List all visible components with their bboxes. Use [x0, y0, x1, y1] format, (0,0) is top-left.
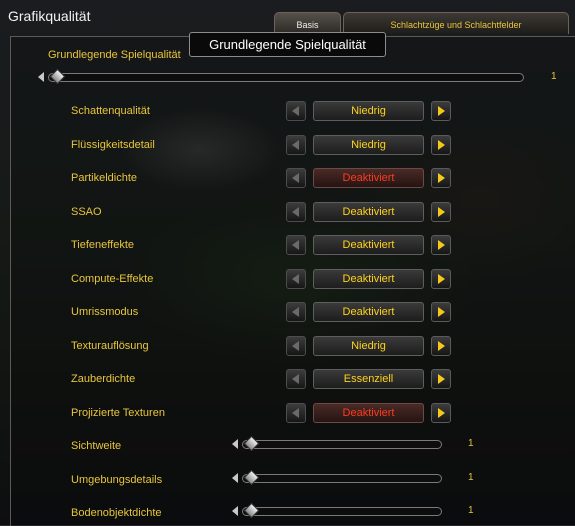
setting-value[interactable]: Niedrig [313, 336, 424, 356]
setting-label: Tiefeneffekte [71, 239, 134, 251]
setting-next-button[interactable] [431, 336, 451, 356]
setting-value[interactable]: Deaktiviert [313, 403, 424, 423]
setting-label: Flüssigkeitsdetail [71, 139, 155, 151]
setting-next-button[interactable] [431, 369, 451, 389]
slider-track[interactable] [242, 474, 442, 483]
setting-prev-button[interactable] [286, 302, 306, 322]
setting-slider[interactable] [232, 469, 442, 486]
setting-value[interactable]: Niedrig [313, 101, 424, 121]
slider-track[interactable] [242, 507, 442, 516]
setting-prev-button[interactable] [286, 101, 306, 121]
setting-value[interactable]: Deaktiviert [313, 202, 424, 222]
setting-next-button[interactable] [431, 135, 451, 155]
slider-value: 1 [468, 438, 474, 449]
slider-value: 1 [468, 505, 474, 516]
setting-value[interactable]: Deaktiviert [313, 269, 424, 289]
setting-prev-button[interactable] [286, 135, 306, 155]
slider-left-arrow-icon[interactable] [232, 506, 238, 516]
setting-value[interactable]: Niedrig [313, 135, 424, 155]
quality-slider-value: 1 [551, 71, 557, 82]
tab-raids-battlegrounds[interactable]: Schlachtzüge und Schlachtfelder [343, 12, 569, 34]
setting-prev-button[interactable] [286, 235, 306, 255]
setting-prev-button[interactable] [286, 202, 306, 222]
setting-value[interactable]: Deaktiviert [313, 235, 424, 255]
setting-next-button[interactable] [431, 101, 451, 121]
setting-value[interactable]: Essenziell [313, 369, 424, 389]
setting-prev-button[interactable] [286, 336, 306, 356]
setting-next-button[interactable] [431, 202, 451, 222]
setting-label: Texturauflösung [71, 340, 149, 352]
setting-prev-button[interactable] [286, 369, 306, 389]
slider-label: Sichtweite [71, 440, 122, 452]
slider-label: Umgebungsdetails [71, 474, 163, 486]
window-title: Grafikqualität [8, 8, 91, 24]
quality-slider[interactable] [38, 68, 524, 85]
setting-prev-button[interactable] [286, 269, 306, 289]
slider-left-arrow-icon[interactable] [232, 473, 238, 483]
slider-left-arrow-icon[interactable] [38, 72, 44, 82]
slider-track[interactable] [242, 440, 442, 449]
quality-slider-label: Grundlegende Spielqualität [48, 49, 181, 61]
setting-next-button[interactable] [431, 302, 451, 322]
setting-value[interactable]: Deaktiviert [313, 168, 424, 188]
setting-prev-button[interactable] [286, 403, 306, 423]
slider-track[interactable] [48, 73, 524, 82]
setting-label: Compute-Effekte [71, 273, 154, 285]
setting-prev-button[interactable] [286, 168, 306, 188]
tab-basis[interactable]: Basis [274, 12, 341, 34]
setting-value[interactable]: Deaktiviert [313, 302, 424, 322]
setting-label: Projizierte Texturen [71, 407, 165, 419]
setting-label: Umrissmodus [71, 306, 139, 318]
setting-slider[interactable] [232, 502, 442, 519]
slider-left-arrow-icon[interactable] [232, 439, 238, 449]
setting-label: Zauberdichte [71, 373, 136, 385]
setting-label: SSAO [71, 206, 102, 218]
setting-label: Schattenqualität [71, 105, 150, 117]
slider-value: 1 [468, 472, 474, 483]
setting-next-button[interactable] [431, 235, 451, 255]
setting-next-button[interactable] [431, 403, 451, 423]
setting-label: Partikeldichte [71, 172, 138, 184]
setting-slider[interactable] [232, 435, 442, 452]
setting-next-button[interactable] [431, 269, 451, 289]
slider-label: Bodenobjektdichte [71, 507, 162, 519]
setting-next-button[interactable] [431, 168, 451, 188]
tooltip: Grundlegende Spielqualität [189, 32, 386, 57]
